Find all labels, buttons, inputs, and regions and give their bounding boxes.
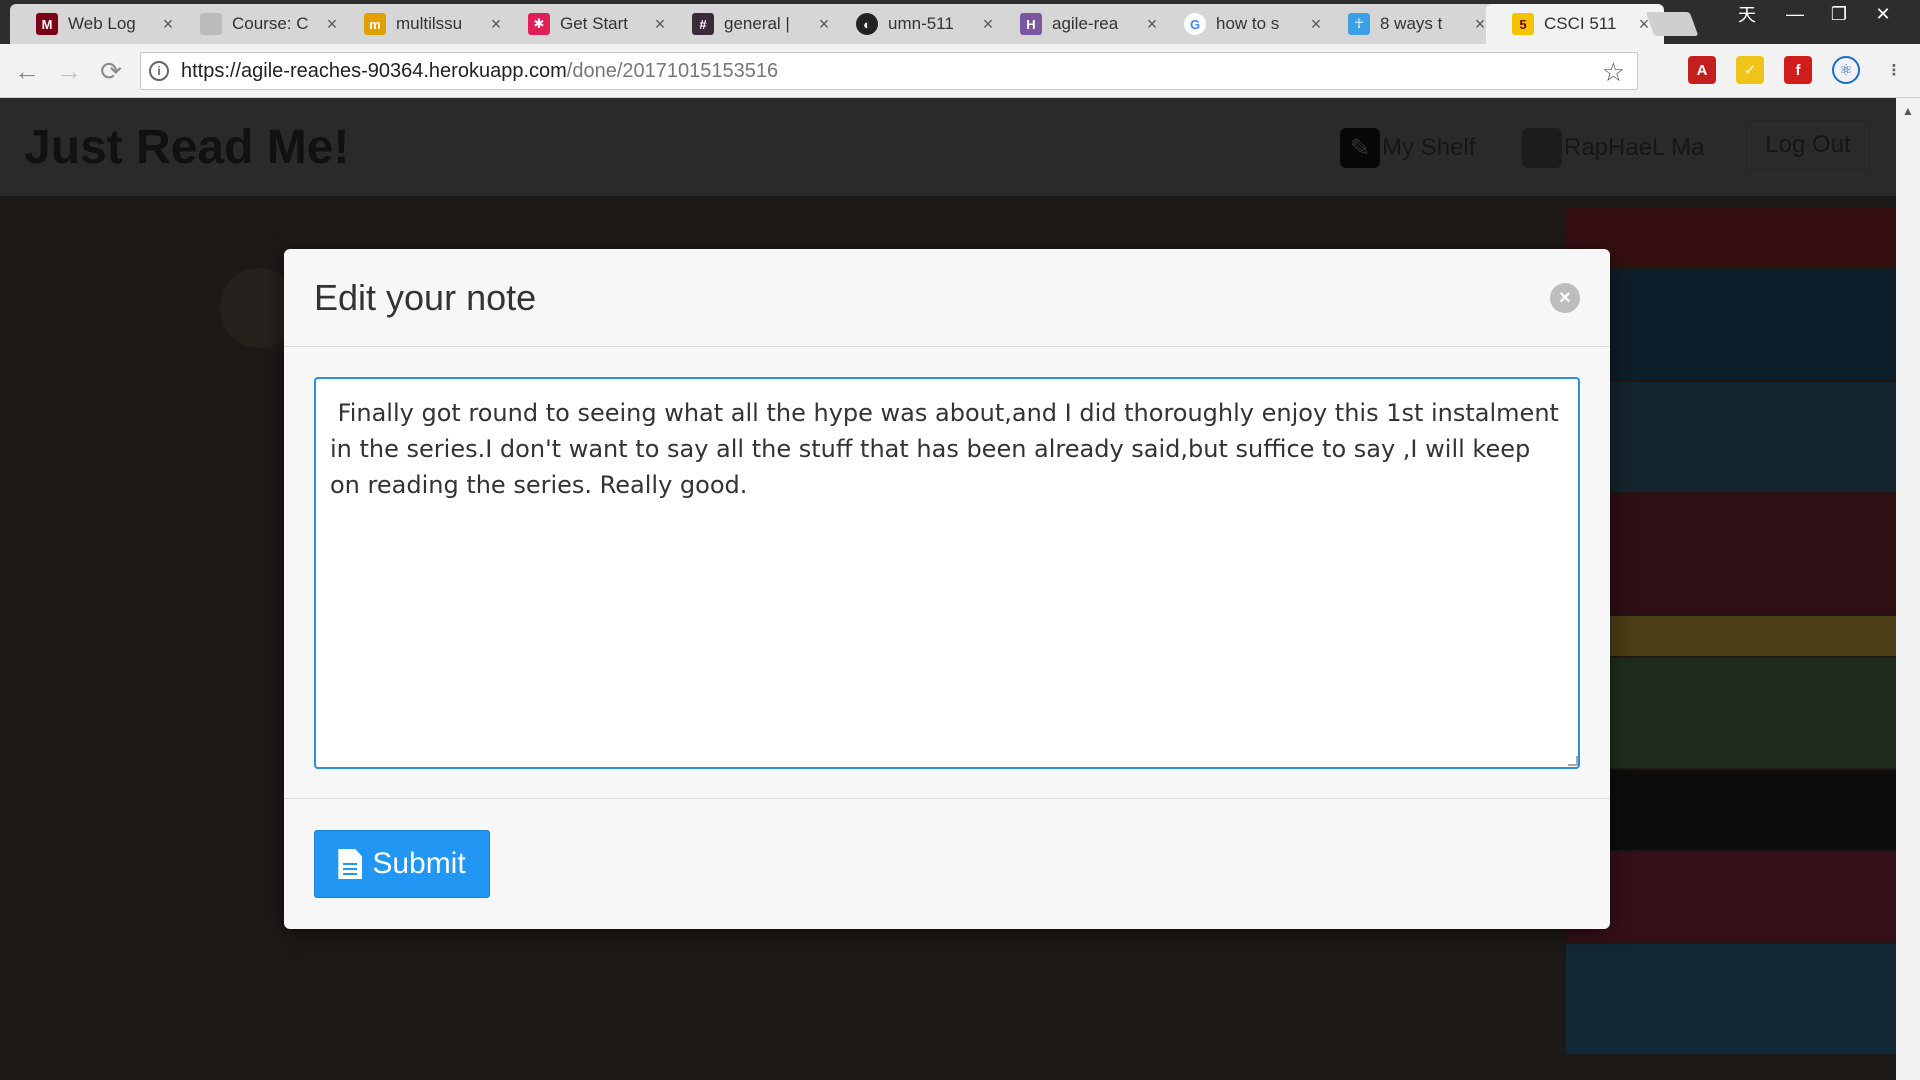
acrobat-extension-icon[interactable]: A bbox=[1688, 56, 1716, 84]
extension-icon[interactable]: ✓ bbox=[1736, 56, 1764, 84]
minimize-button[interactable]: — bbox=[1774, 0, 1816, 28]
forward-button[interactable]: → bbox=[52, 54, 86, 88]
vertical-scrollbar[interactable]: ▲ bbox=[1896, 98, 1920, 1080]
note-textarea[interactable]: Finally got round to seeing what all the… bbox=[314, 377, 1580, 769]
modal-header: Edit your note × bbox=[284, 249, 1610, 347]
page-icon bbox=[200, 13, 222, 35]
browser-tab-active[interactable]: 5 CSCI 511 × bbox=[1486, 4, 1664, 44]
tab-title: how to s bbox=[1216, 14, 1280, 33]
slack-icon: ✱ bbox=[528, 13, 550, 35]
url-text: https://agile-reaches-90364.herokuapp.co… bbox=[181, 60, 778, 83]
document-icon bbox=[338, 849, 363, 879]
browser-tab[interactable]: H agile-rea × bbox=[994, 4, 1172, 44]
tab-strip: M Web Log × Course: C × m multilssu × ✱ … bbox=[0, 0, 1920, 44]
back-button[interactable]: ← bbox=[10, 54, 44, 88]
tab-title: CSCI 511 bbox=[1544, 14, 1617, 33]
google-icon: G bbox=[1184, 13, 1206, 35]
tab-title: agile-rea bbox=[1052, 14, 1119, 33]
scroll-up-icon[interactable]: ▲ bbox=[1902, 104, 1914, 118]
browser-tab[interactable]: G how to s × bbox=[1158, 4, 1336, 44]
tab-title: umn-511 bbox=[888, 14, 954, 33]
mturk-icon: m bbox=[364, 13, 386, 35]
tab-title: Course: C bbox=[232, 14, 309, 33]
url-path: /done/20171015153516 bbox=[566, 59, 779, 82]
browser-tab[interactable]: Course: C × bbox=[174, 4, 352, 44]
tab-title: Get Start bbox=[560, 14, 629, 33]
tab-title: 8 ways t bbox=[1380, 14, 1443, 33]
react-devtools-icon[interactable]: ⚛ bbox=[1832, 56, 1860, 84]
figure-icon: ☥ bbox=[1348, 13, 1370, 35]
bookmark-star-icon[interactable]: ☆ bbox=[1602, 57, 1625, 88]
browser-tab[interactable]: ◐ umn-511 × bbox=[830, 4, 1008, 44]
heroku-icon: H bbox=[1020, 13, 1042, 35]
submit-label: Submit bbox=[372, 847, 466, 880]
browser-tab[interactable]: ✱ Get Start × bbox=[502, 4, 680, 44]
url-host: https://agile-reaches-90364.herokuapp.co… bbox=[181, 59, 567, 82]
csci-icon: 5 bbox=[1512, 13, 1534, 35]
restore-button[interactable]: ❐ bbox=[1818, 0, 1860, 28]
menu-icon[interactable]: ⋮ bbox=[1880, 56, 1908, 84]
browser-toolbar: ← → ⟳ i https://agile-reaches-90364.hero… bbox=[0, 44, 1920, 98]
modal-body: Finally got round to seeing what all the… bbox=[284, 347, 1610, 799]
github-icon: ◐ bbox=[856, 13, 878, 35]
umn-icon: M bbox=[36, 13, 58, 35]
browser-tab[interactable]: # general | × bbox=[666, 4, 844, 44]
close-icon[interactable]: × bbox=[1550, 283, 1580, 313]
edit-note-modal: Edit your note × Finally got round to se… bbox=[284, 249, 1610, 929]
browser-tab[interactable]: ☥ 8 ways t × bbox=[1322, 4, 1500, 44]
browser-tab[interactable]: M Web Log × bbox=[10, 4, 188, 44]
ime-indicator[interactable]: 天 bbox=[1726, 0, 1768, 28]
new-tab-button[interactable] bbox=[1645, 12, 1699, 36]
resize-grip-icon[interactable] bbox=[1568, 756, 1578, 766]
tab-title: Web Log bbox=[68, 14, 136, 33]
browser-tab[interactable]: m multilssu × bbox=[338, 4, 516, 44]
tab-title: multilssu bbox=[396, 14, 463, 33]
close-window-button[interactable]: ✕ bbox=[1862, 0, 1904, 28]
address-bar[interactable]: i https://agile-reaches-90364.herokuapp.… bbox=[140, 52, 1638, 90]
hash-icon: # bbox=[692, 13, 714, 35]
flash-extension-icon[interactable]: f bbox=[1784, 56, 1812, 84]
submit-button[interactable]: Submit bbox=[314, 830, 490, 898]
reload-button[interactable]: ⟳ bbox=[94, 54, 128, 88]
info-icon[interactable]: i bbox=[149, 61, 169, 81]
modal-title: Edit your note bbox=[314, 277, 537, 318]
tab-title: general | bbox=[724, 14, 790, 33]
